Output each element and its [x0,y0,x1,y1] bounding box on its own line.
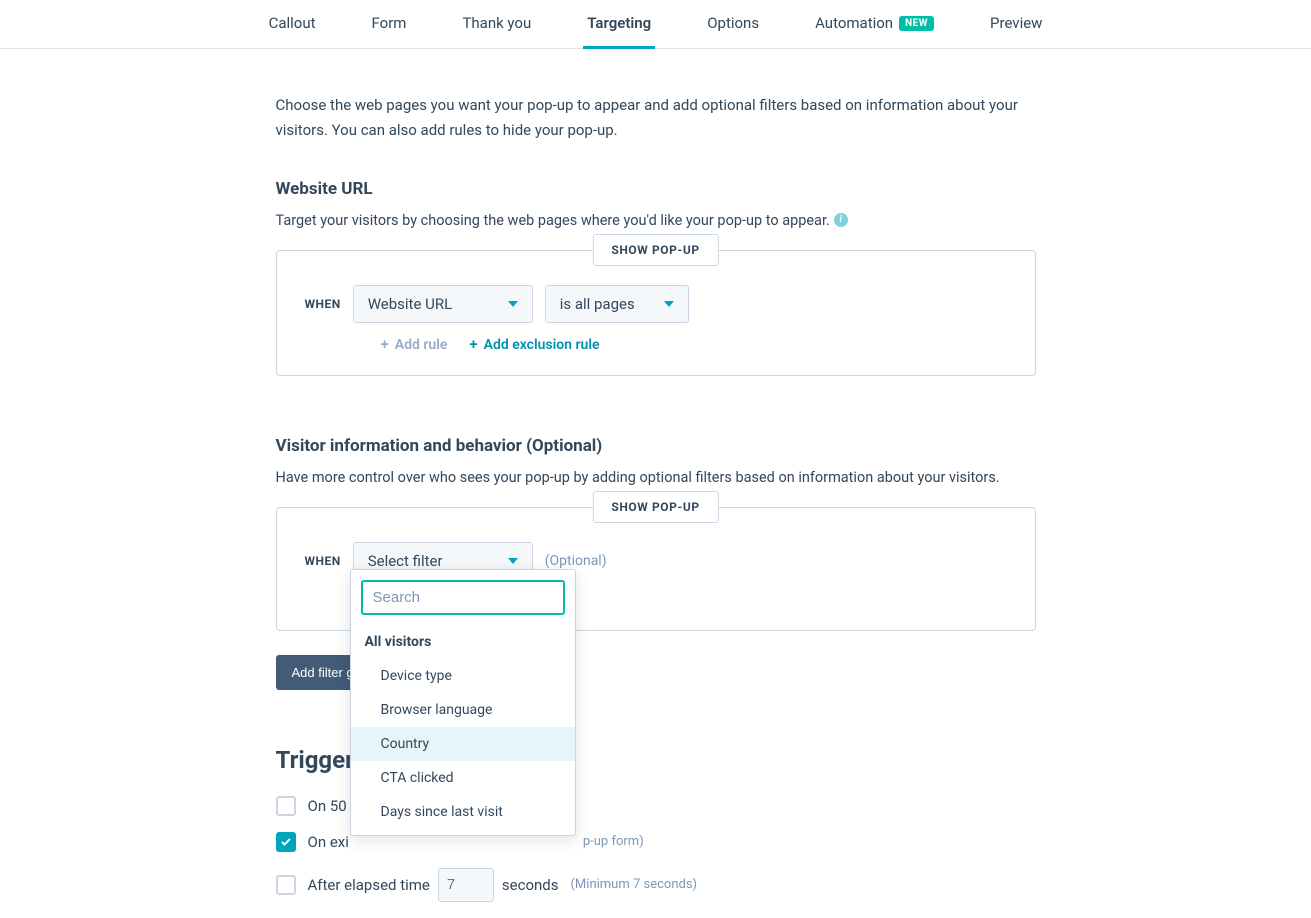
add-exclusion-rule-button[interactable]: + Add exclusion rule [469,337,599,353]
select-value: is all pages [560,295,635,313]
select-value: Select filter [368,552,443,570]
tab-label: Automation [815,14,893,32]
when-label: WHEN [305,554,341,568]
trigger-on-exit-checkbox[interactable] [276,832,296,852]
url-fieldset: SHOW POP-UP WHEN Website URL is all page… [276,250,1036,376]
tab-thank-you[interactable]: Thank you [458,0,535,48]
visitor-fieldset-wrap: SHOW POP-UP WHEN Select filter (Optional… [276,507,1036,631]
visitor-section-subtitle: Have more control over who sees your pop… [276,466,1000,489]
filter-option-browser-language[interactable]: Browser language [351,693,575,727]
url-rule-row: WHEN Website URL is all pages [305,285,1007,323]
plus-icon: + [469,337,477,352]
trigger-elapsed-time-row: After elapsed time seconds (Minimum 7 se… [276,868,1036,902]
tab-targeting[interactable]: Targeting [583,0,655,48]
trigger-elapsed-time-mid: After elapsed time seconds [308,868,559,902]
visitor-fieldset-legend: SHOW POP-UP [592,491,718,523]
url-fieldset-wrap: SHOW POP-UP WHEN Website URL is all page… [276,250,1036,376]
optional-hint: (Optional) [545,553,607,569]
select-value: Website URL [368,295,452,313]
website-url-subtitle-text: Target your visitors by choosing the web… [276,209,830,232]
filter-option-days-since[interactable]: Days since last visit [351,795,575,829]
add-exclusion-label: Add exclusion rule [484,337,600,353]
tabs-container: Callout Form Thank you Targeting Options… [265,0,1047,48]
chevron-down-icon [664,301,674,307]
tab-label: Options [707,14,759,32]
tab-label: Callout [269,14,316,32]
tab-form[interactable]: Form [368,0,411,48]
info-icon[interactable]: i [834,213,848,227]
visitor-section-title: Visitor information and behavior (Option… [276,436,1036,456]
min-seconds-hint: (Minimum 7 seconds) [570,877,697,892]
tab-bar: Callout Form Thank you Targeting Options… [0,0,1311,49]
website-url-title: Website URL [276,179,1036,199]
url-actions-row: + Add rule + Add exclusion rule [305,337,1007,353]
tab-label: Preview [990,14,1042,32]
chevron-down-icon [508,301,518,307]
plus-icon: + [381,337,389,352]
trigger-elapsed-time-checkbox[interactable] [276,875,296,895]
chevron-down-icon [508,558,518,564]
tab-callout[interactable]: Callout [265,0,320,48]
filter-option-device-type[interactable]: Device type [351,659,575,693]
website-url-subtitle: Target your visitors by choosing the web… [276,209,848,232]
search-input[interactable] [373,589,572,606]
visitor-subtitle-text: Have more control over who sees your pop… [276,466,1000,489]
tab-options[interactable]: Options [703,0,763,48]
add-rule-label: Add rule [395,337,448,353]
url-match-select[interactable]: is all pages [545,285,689,323]
tab-automation[interactable]: Automation NEW [811,0,938,48]
trigger-on-scroll-checkbox[interactable] [276,796,296,816]
tab-label: Form [372,14,407,32]
when-label: WHEN [305,297,341,311]
trigger-on-exit-label: On exi [308,833,349,851]
trigger-on-exit-hint: p-up form) [583,834,644,849]
search-box[interactable] [361,580,565,615]
filter-dropdown: All visitors Device type Browser languag… [350,569,576,836]
filter-option-country[interactable]: Country [351,727,575,761]
trigger-on-scroll-label: On 50 [308,797,347,815]
tab-label: Thank you [462,14,531,32]
add-rule-button[interactable]: + Add rule [381,337,448,353]
url-fieldset-legend: SHOW POP-UP [592,234,718,266]
filter-option-cta-clicked[interactable]: CTA clicked [351,761,575,795]
filter-option-all-visitors[interactable]: All visitors [351,625,575,659]
search-wrap [351,570,575,625]
elapsed-time-input[interactable] [438,868,494,902]
trigger-elapsed-time-label: After elapsed time [308,876,430,894]
tab-preview[interactable]: Preview [986,0,1046,48]
filter-options-list: All visitors Device type Browser languag… [351,625,575,835]
page-content: Choose the web pages you want your pop-u… [276,49,1036,902]
url-condition-select[interactable]: Website URL [353,285,533,323]
intro-text: Choose the web pages you want your pop-u… [276,93,1036,143]
tab-label: Targeting [587,14,651,32]
seconds-label: seconds [502,876,559,894]
new-badge: NEW [899,16,934,31]
